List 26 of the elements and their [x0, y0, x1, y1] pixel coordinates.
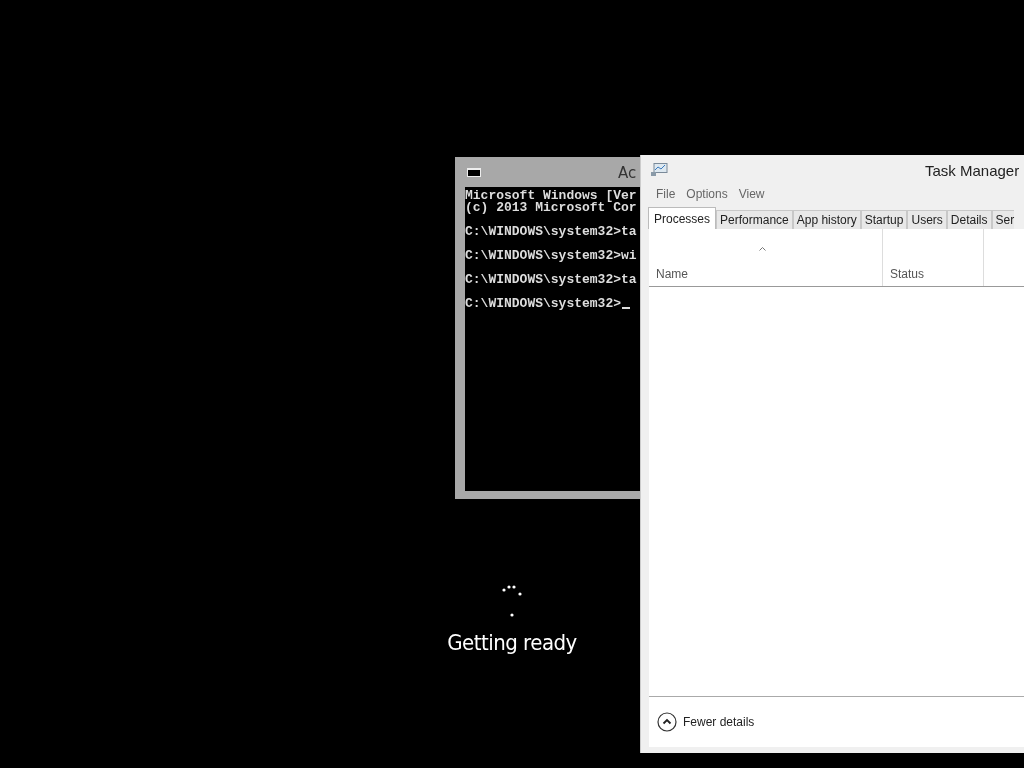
- tab[interactable]: App history: [792, 210, 861, 229]
- menu-item[interactable]: File: [656, 187, 676, 207]
- console-line: (c) 2013 Microsoft Cor: [465, 202, 637, 214]
- tab[interactable]: Users: [907, 210, 947, 229]
- tab[interactable]: Startup: [860, 210, 908, 229]
- tab[interactable]: Performance: [716, 210, 793, 229]
- console-line: C:\WINDOWS\system32>wi: [465, 250, 637, 262]
- console-line: C:\WINDOWS\system32>ta: [465, 274, 637, 286]
- fewer-details-button[interactable]: Fewer details: [657, 712, 755, 732]
- tab[interactable]: Details: [946, 210, 992, 229]
- window-title: Ac: [618, 164, 637, 182]
- console-line: C:\WINDOWS\system32>: [465, 298, 622, 310]
- column-header[interactable]: Status: [890, 267, 925, 281]
- chevron-up-icon: [657, 712, 677, 732]
- console-icon: [467, 168, 481, 177]
- tab[interactable]: Processes: [648, 207, 717, 229]
- tab[interactable]: Ser: [991, 210, 1015, 229]
- column-header[interactable]: Name: [656, 267, 688, 281]
- monitor-icon: [651, 163, 668, 176]
- status-text: Getting ready: [447, 630, 577, 655]
- window-title: Task Manager: [925, 162, 1020, 179]
- loading-spinner-icon: [501, 584, 523, 618]
- menu-item[interactable]: View: [738, 187, 765, 207]
- console-line: C:\WINDOWS\system32>ta: [465, 226, 637, 238]
- menu-item[interactable]: Options: [686, 187, 728, 207]
- console-line: Microsoft Windows [Ver: [465, 190, 637, 202]
